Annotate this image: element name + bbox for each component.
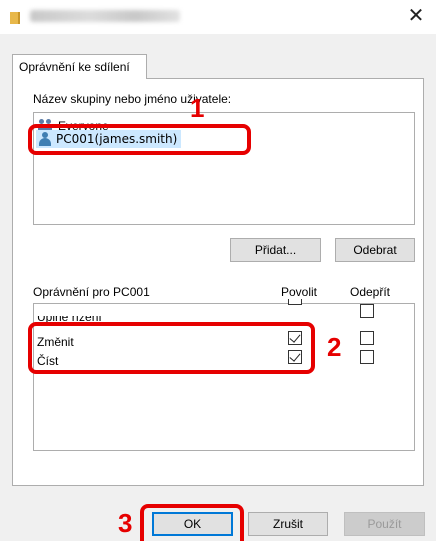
add-button[interactable]: Přidat... xyxy=(230,238,321,262)
callout-step3-number: 3 xyxy=(118,508,133,538)
sharing-permissions-dialog: ✕ Oprávnění ke sdílení Název skupiny neb… xyxy=(0,0,436,541)
tab-sharing-permissions[interactable]: Oprávnění ke sdílení xyxy=(12,54,147,79)
allow-column-header: Povolit xyxy=(281,285,318,299)
deny-column-header: Odepřít xyxy=(350,285,391,299)
cancel-button[interactable]: Zrušit xyxy=(248,512,328,536)
callout-step3-frame xyxy=(140,504,244,541)
close-icon[interactable]: ✕ xyxy=(406,6,426,26)
read-deny-checkbox[interactable] xyxy=(360,350,374,364)
title-bar: ✕ xyxy=(0,0,436,34)
full-control-allow-checkbox[interactable] xyxy=(288,299,302,305)
change-deny-checkbox[interactable] xyxy=(360,331,374,345)
window-title xyxy=(30,10,180,22)
callout-step2-number: 2 xyxy=(327,332,342,362)
remove-button[interactable]: Odebrat xyxy=(335,238,415,262)
full-control-deny-checkbox[interactable] xyxy=(360,304,374,318)
callout-step1-number: 1 xyxy=(190,93,205,123)
permissions-label: Oprávnění pro PC001 xyxy=(33,285,150,299)
callout-step2-frame xyxy=(28,322,315,374)
folder-icon xyxy=(10,10,24,24)
callout-step1-frame xyxy=(28,124,251,155)
apply-button: Použít xyxy=(344,512,425,536)
